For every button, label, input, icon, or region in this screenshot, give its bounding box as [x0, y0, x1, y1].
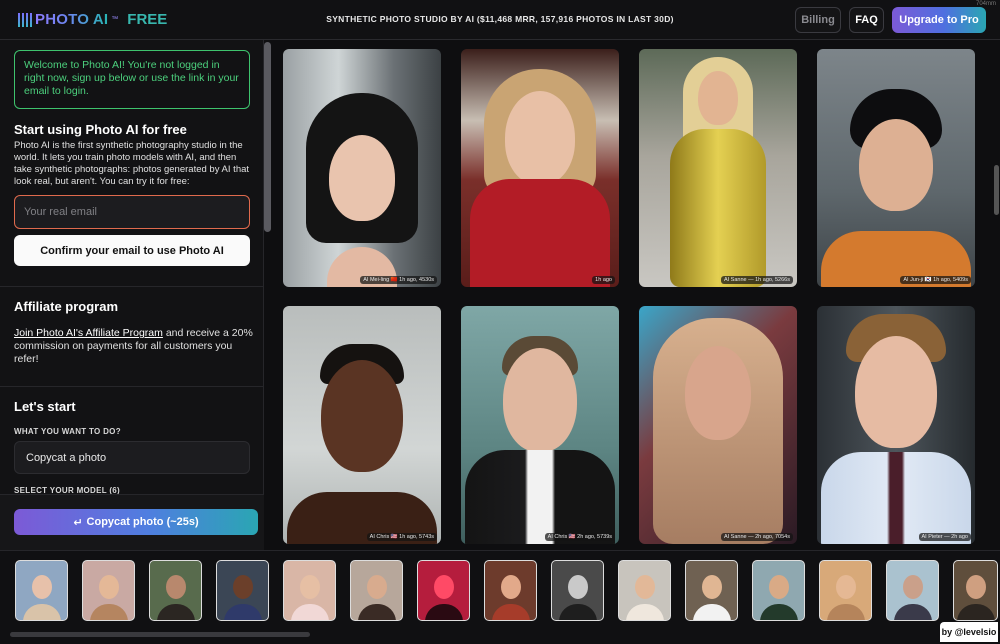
- intro-text: Photo AI is the first synthetic photogra…: [14, 140, 250, 187]
- logo-trademark: ™: [111, 16, 119, 23]
- gallery-scrollbar[interactable]: [994, 165, 999, 215]
- strip-thumbnail[interactable]: [82, 560, 135, 621]
- logo-free-badge: FREE: [127, 11, 168, 28]
- strip-thumbnail[interactable]: [819, 560, 872, 621]
- strip-thumbnail[interactable]: [149, 560, 202, 621]
- strip-thumbnail[interactable]: [283, 560, 336, 621]
- gallery-photo[interactable]: AI Sanne — 2h ago, 7054s: [639, 306, 797, 544]
- strip-thumbnail[interactable]: [551, 560, 604, 621]
- photo-caption: AI Chris 🇺🇸 2h ago, 5739s: [544, 533, 615, 541]
- billing-button[interactable]: Billing: [795, 7, 841, 33]
- photo-caption: AI Pieter — 2h ago: [918, 533, 971, 541]
- strip-thumbnail[interactable]: [953, 560, 998, 621]
- return-arrow-icon: ↵: [73, 516, 83, 529]
- sidebar-scrollbar[interactable]: [264, 42, 271, 232]
- faq-button[interactable]: FAQ: [849, 7, 884, 33]
- strip-thumbnail[interactable]: [216, 560, 269, 621]
- strip-scrollbar[interactable]: [10, 632, 310, 637]
- photo-caption: AI Chris 🇺🇸 1h ago, 5743s: [366, 533, 437, 541]
- strip-thumbnail[interactable]: [618, 560, 671, 621]
- gallery-photo[interactable]: AI Pieter — 2h ago: [817, 306, 975, 544]
- strip-thumbnail[interactable]: [15, 560, 68, 621]
- strip-thumbnail[interactable]: [886, 560, 939, 621]
- gallery-photo[interactable]: AI Mei-ling 🇨🇳 1h ago, 4530s: [283, 49, 441, 287]
- logo-bars-icon: [18, 12, 32, 27]
- strip-thumbnail[interactable]: [417, 560, 470, 621]
- corner-label: 704mm: [975, 1, 996, 7]
- copycat-label: Copycat photo (~25s): [86, 516, 199, 528]
- strip-thumbnail[interactable]: [752, 560, 805, 621]
- what-to-do-label: WHAT YOU WANT TO DO?: [14, 427, 121, 436]
- confirm-email-button[interactable]: Confirm your email to use Photo AI: [14, 235, 250, 266]
- logo[interactable]: PHOTO AI ™ FREE: [18, 11, 167, 28]
- author-byline[interactable]: by @levelsio: [940, 622, 998, 642]
- action-select[interactable]: Copycat a photo: [14, 441, 250, 474]
- copycat-photo-button[interactable]: ↵ Copycat photo (~25s): [14, 509, 258, 535]
- gallery-photo[interactable]: AI Chris 🇺🇸 1h ago, 5743s: [283, 306, 441, 544]
- photo-caption: AI Mei-ling 🇨🇳 1h ago, 4530s: [360, 276, 437, 284]
- gallery-photo[interactable]: AI Chris 🇺🇸 2h ago, 5739s: [461, 306, 619, 544]
- strip-thumbnail[interactable]: [685, 560, 738, 621]
- strip-thumbnail[interactable]: [350, 560, 403, 621]
- upgrade-button[interactable]: Upgrade to Pro: [892, 7, 986, 33]
- photo-caption: AI Jun-ji 🇰🇷 1h ago, 5409s: [900, 276, 971, 284]
- photo-caption: AI Sanne — 2h ago, 7054s: [720, 533, 793, 541]
- gallery-photo[interactable]: AI Sanne — 1h ago, 5266s: [639, 49, 797, 287]
- photo-caption: 1h ago: [592, 276, 615, 284]
- top-bar: PHOTO AI ™ FREE SYNTHETIC PHOTO STUDIO BY…: [0, 0, 1000, 40]
- affiliate-link[interactable]: Join Photo AI's Affiliate Program: [14, 327, 163, 339]
- photo-caption: AI Sanne — 1h ago, 5266s: [720, 276, 793, 284]
- email-input[interactable]: [14, 195, 250, 229]
- gallery-photo[interactable]: 1h ago: [461, 49, 619, 287]
- divider: [0, 386, 264, 387]
- gallery-photo[interactable]: AI Jun-ji 🇰🇷 1h ago, 5409s: [817, 49, 975, 287]
- affiliate-heading: Affiliate program: [14, 299, 119, 314]
- divider: [0, 286, 264, 287]
- lets-start-heading: Let's start: [14, 399, 76, 414]
- welcome-notice: Welcome to Photo AI! You're not logged i…: [14, 50, 250, 109]
- start-heading: Start using Photo AI for free: [14, 122, 187, 137]
- affiliate-text: Join Photo AI's Affiliate Program and re…: [14, 327, 254, 366]
- strip-thumbnail[interactable]: [484, 560, 537, 621]
- tagline: SYNTHETIC PHOTO STUDIO BY AI ($11,468 MR…: [326, 14, 674, 24]
- logo-text: PHOTO AI: [35, 11, 109, 28]
